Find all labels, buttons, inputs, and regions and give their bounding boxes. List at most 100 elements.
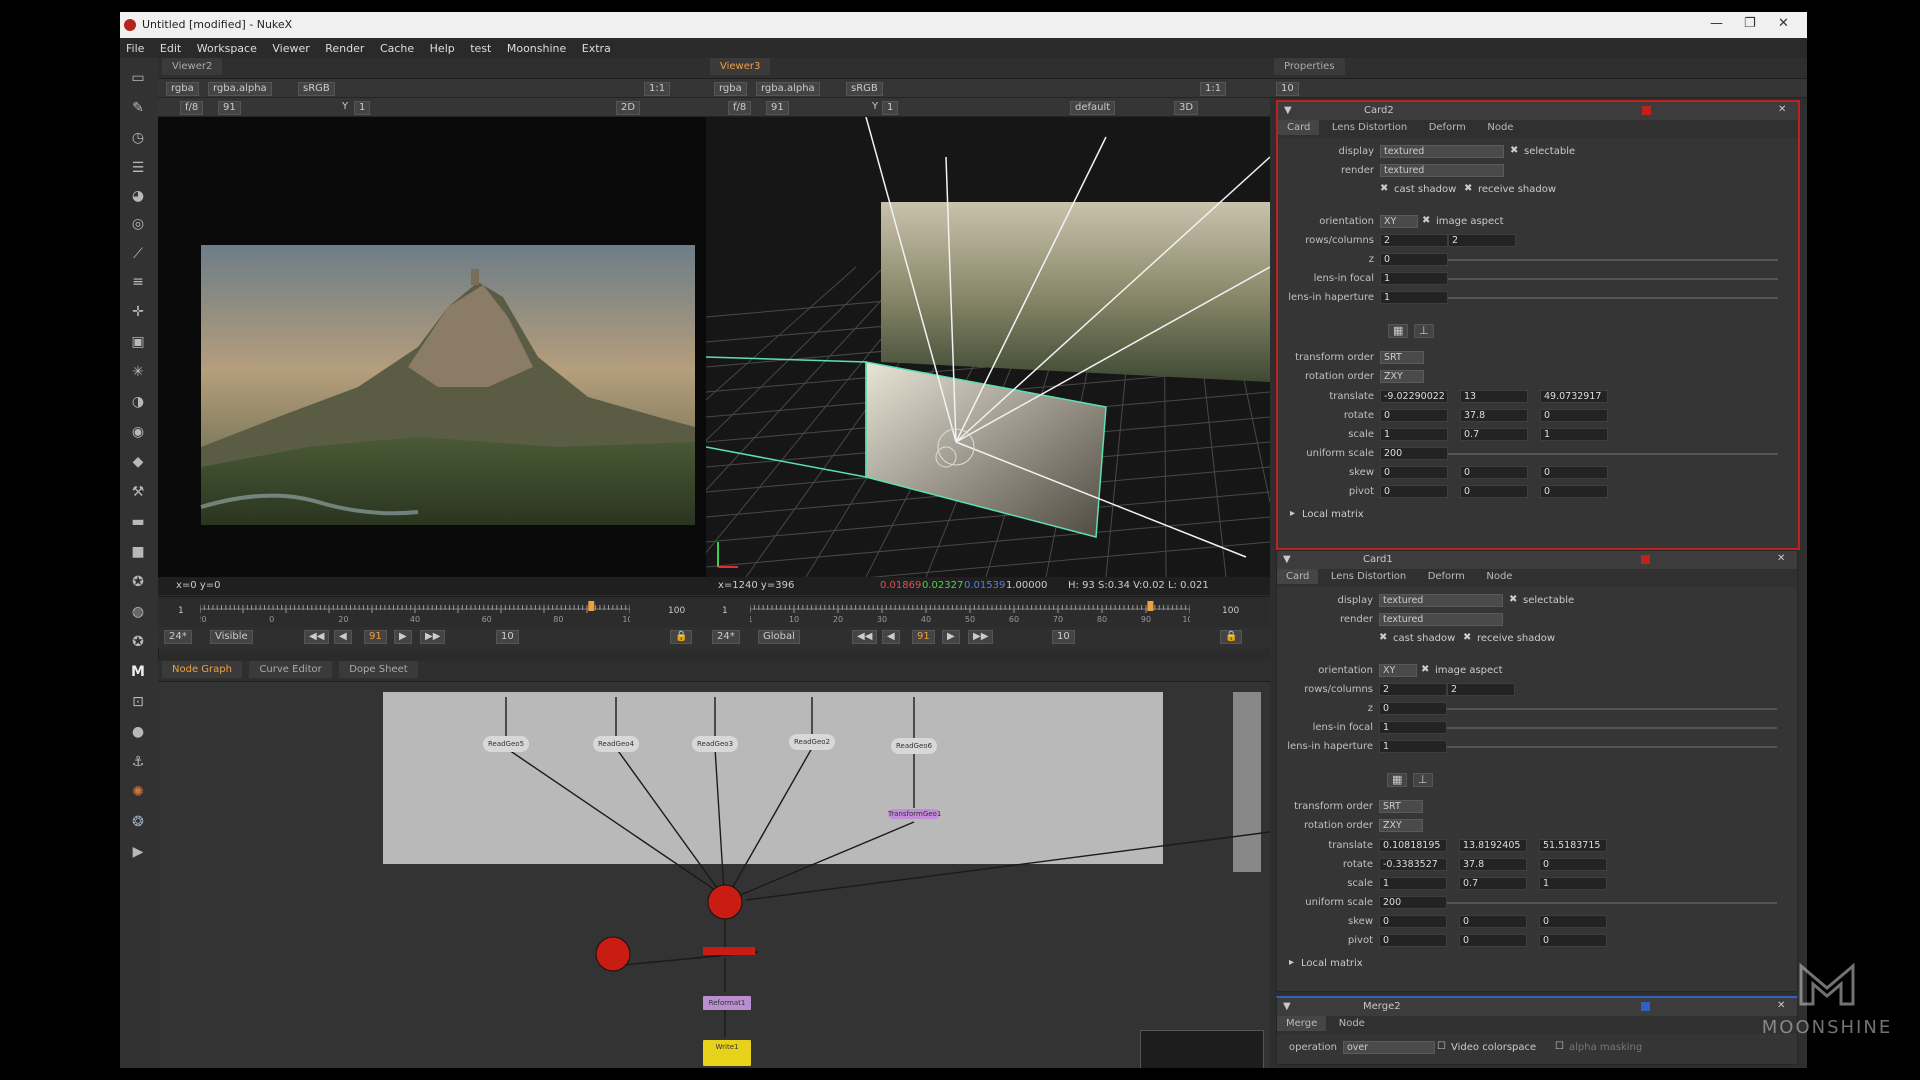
node-readgeo5[interactable]: ReadGeo5	[483, 736, 529, 752]
render-select[interactable]: textured	[1379, 613, 1503, 626]
skew-y-field[interactable]: 0	[1460, 466, 1528, 479]
pivot-z-field[interactable]: 0	[1539, 934, 1607, 947]
timeline-ruler[interactable]: -20 0 20 40 60 80 100	[200, 601, 630, 623]
scanline-render-node[interactable]	[703, 947, 755, 955]
lens-haperture-field[interactable]: 1	[1379, 740, 1447, 753]
play-back-button[interactable]: ◀◀	[304, 630, 330, 644]
tab-card[interactable]: Card	[1277, 569, 1319, 584]
translate-z-field[interactable]: 51.5183715	[1539, 839, 1607, 852]
menu-render[interactable]: Render	[319, 38, 370, 59]
3d-icon[interactable]: ▣	[128, 332, 148, 352]
deep-icon[interactable]: ◑	[128, 392, 148, 412]
local-matrix-expander[interactable]: ▸	[1290, 508, 1295, 519]
tab-viewer2[interactable]: Viewer2	[162, 58, 223, 75]
skew-z-field[interactable]: 0	[1540, 466, 1608, 479]
close-panel-icon[interactable]: ✕	[1778, 104, 1786, 115]
merge-icon[interactable]: ≡	[128, 272, 148, 292]
menu-workspace[interactable]: Workspace	[191, 38, 263, 59]
menu-moonshine[interactable]: Moonshine	[501, 38, 572, 59]
transform-icon[interactable]: ✛	[128, 302, 148, 322]
rows-field[interactable]: 2	[1380, 234, 1448, 247]
alpha-masking-checkbox[interactable]: ☐	[1555, 1041, 1564, 1052]
lens-focal-slider[interactable]	[1447, 727, 1777, 729]
fstop-field[interactable]: f/8	[728, 101, 752, 115]
rotate-z-field[interactable]: 0	[1540, 409, 1608, 422]
play-back-button[interactable]: ◀◀	[852, 630, 878, 644]
alpha-select[interactable]: rgba.alpha	[756, 82, 820, 96]
skew-y-field[interactable]: 0	[1459, 915, 1527, 928]
dot-icon[interactable]: ●	[128, 722, 148, 742]
alpha-select[interactable]: rgba.alpha	[208, 82, 272, 96]
node-write1[interactable]: Write1	[703, 1040, 751, 1066]
translate-y-field[interactable]: 13.8192405	[1459, 839, 1527, 852]
increment-field[interactable]: 10	[496, 630, 519, 644]
translate-y-field[interactable]: 13	[1460, 390, 1528, 403]
tracker-icon[interactable]: ⊡	[128, 692, 148, 712]
merge-node[interactable]	[707, 884, 743, 920]
transform-order-select[interactable]: SRT	[1379, 800, 1423, 813]
pivot-z-field[interactable]: 0	[1540, 485, 1608, 498]
skew-z-field[interactable]: 0	[1539, 915, 1607, 928]
tab-properties[interactable]: Properties	[1274, 58, 1345, 75]
gain-field[interactable]: 91	[766, 101, 789, 115]
plugin-icon[interactable]: ✺	[128, 782, 148, 802]
current-frame-field[interactable]: 91	[912, 630, 935, 644]
z-slider[interactable]	[1447, 708, 1777, 710]
filter-icon[interactable]: ◎	[128, 214, 148, 234]
range-select[interactable]: Visible	[210, 630, 253, 644]
cast-shadow-checkbox[interactable]: ✖	[1379, 632, 1387, 643]
pivot-x-field[interactable]: 0	[1379, 934, 1447, 947]
receive-shadow-checkbox[interactable]: ✖	[1463, 632, 1471, 643]
transform-order-select[interactable]: SRT	[1380, 351, 1424, 364]
views-icon[interactable]: ◉	[128, 422, 148, 442]
menu-cache[interactable]: Cache	[374, 38, 420, 59]
close-panel-icon[interactable]: ✕	[1777, 553, 1785, 564]
display-select[interactable]: textured	[1380, 145, 1504, 158]
image-icon[interactable]: ▭	[128, 68, 148, 88]
tile-color-icon[interactable]	[1641, 1002, 1650, 1011]
uniform-scale-field[interactable]: 200	[1379, 896, 1447, 909]
particles-icon[interactable]: ✳	[128, 362, 148, 382]
tab-card[interactable]: Card	[1278, 120, 1320, 135]
fps-select[interactable]: 24*	[164, 630, 192, 644]
selectable-checkbox[interactable]: ✖	[1509, 594, 1517, 605]
snap-menu-icon[interactable]: ▦	[1388, 324, 1409, 338]
maximize-button[interactable]: ❐	[1744, 16, 1756, 31]
columns-field[interactable]: 2	[1448, 234, 1516, 247]
lock-icon[interactable]: 🔒	[1220, 630, 1243, 644]
node-graph-minimap[interactable]	[1140, 1030, 1264, 1068]
gain-field[interactable]: 91	[218, 101, 241, 115]
tab-deform[interactable]: Deform	[1420, 120, 1475, 135]
node-name-field[interactable]: Merge2	[1363, 1001, 1401, 1012]
cast-shadow-checkbox[interactable]: ✖	[1380, 183, 1388, 194]
timeline-ruler[interactable]: 1 10 20 30 40 50 60 70 80 90 100	[750, 601, 1190, 623]
uniform-scale-field[interactable]: 200	[1380, 447, 1448, 460]
collapse-icon[interactable]: ▼	[1283, 1001, 1291, 1012]
node-name-field[interactable]: Card2	[1364, 105, 1394, 116]
timeline-playhead[interactable]	[1147, 601, 1154, 611]
fps-select[interactable]: 24*	[712, 630, 740, 644]
play-button[interactable]: ▶	[394, 630, 412, 644]
channels-select[interactable]: rgba	[714, 82, 747, 96]
tile-color-icon[interactable]	[1642, 106, 1651, 115]
node-readgeo2[interactable]: ReadGeo2	[789, 734, 835, 750]
node-readgeo3[interactable]: ReadGeo3	[692, 736, 738, 752]
snap-menu-icon[interactable]: ▦	[1387, 773, 1408, 787]
z-field[interactable]: 0	[1379, 702, 1447, 715]
lut-select[interactable]: sRGB	[298, 82, 335, 96]
collapse-icon[interactable]: ▼	[1284, 105, 1292, 116]
menu-file[interactable]: File	[120, 38, 150, 59]
orientation-select[interactable]: XY	[1380, 215, 1418, 228]
fstop-field[interactable]: f/8	[180, 101, 204, 115]
play-button[interactable]: ▶	[942, 630, 960, 644]
rows-field[interactable]: 2	[1379, 683, 1447, 696]
menu-extra[interactable]: Extra	[576, 38, 617, 59]
local-matrix-label[interactable]: Local matrix	[1302, 509, 1364, 520]
viewer3-3d-viewport[interactable]	[706, 117, 1270, 577]
expand-icon[interactable]: ▶	[128, 842, 148, 862]
lens-haperture-slider[interactable]	[1447, 746, 1777, 748]
close-button[interactable]: ✕	[1778, 16, 1789, 31]
view-mode-select[interactable]: 2D	[616, 101, 641, 115]
scale-z-field[interactable]: 1	[1540, 428, 1608, 441]
tab-node[interactable]: Node	[1330, 1016, 1374, 1031]
